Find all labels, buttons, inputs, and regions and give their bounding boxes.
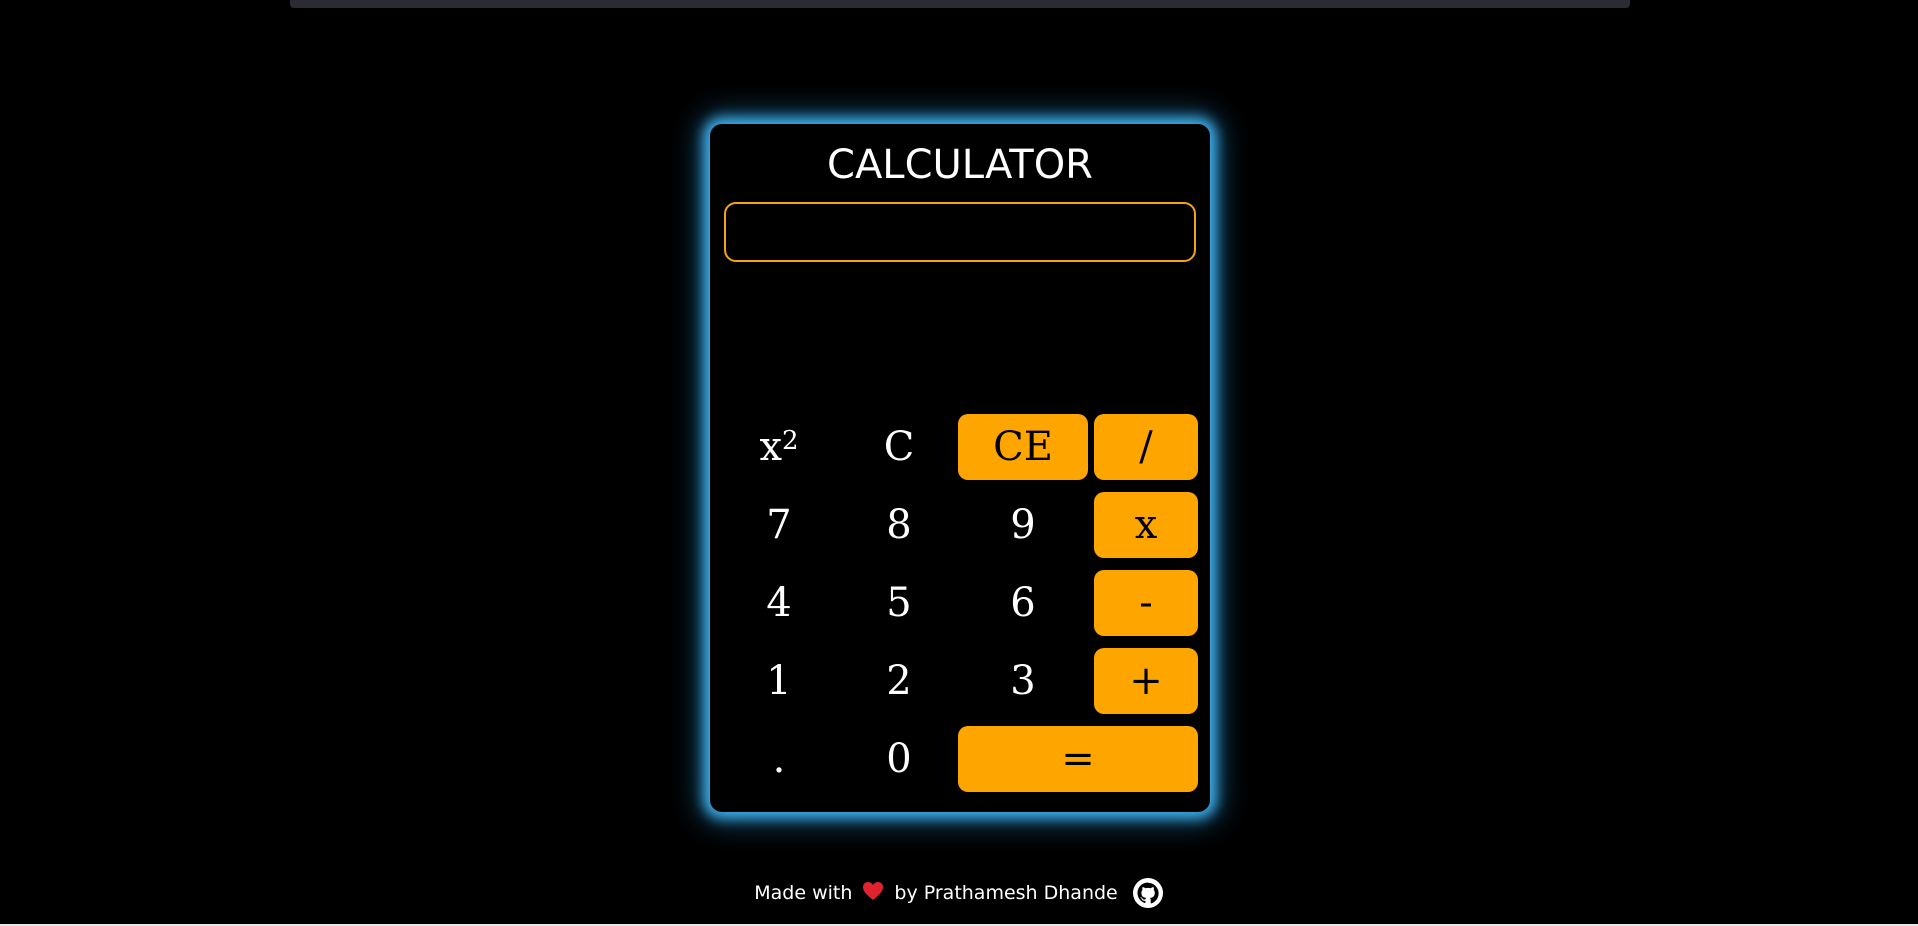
digit-2-button[interactable]: 2 <box>844 648 954 714</box>
footer: Made with by Prathamesh Dhande <box>0 876 1918 910</box>
footer-author: by Prathamesh Dhande <box>894 882 1118 904</box>
clear-entry-button[interactable]: CE <box>958 414 1088 480</box>
browser-top-bar <box>290 0 1630 8</box>
digit-8-button[interactable]: 8 <box>844 492 954 558</box>
square-exponent: 2 <box>782 426 799 456</box>
square-button[interactable]: x2 <box>724 414 834 480</box>
footer-made-with: Made with <box>754 882 853 904</box>
digit-0-button[interactable]: 0 <box>844 726 954 792</box>
digit-1-button[interactable]: 1 <box>724 648 834 714</box>
calculator-title: CALCULATOR <box>827 142 1093 188</box>
calculator-panel: CALCULATOR x2 C CE / 7 8 9 x 4 5 6 - 1 2… <box>710 124 1210 812</box>
digit-6-button[interactable]: 6 <box>958 570 1088 636</box>
divide-button[interactable]: / <box>1094 414 1198 480</box>
add-button[interactable]: + <box>1094 648 1198 714</box>
digit-9-button[interactable]: 9 <box>958 492 1088 558</box>
subtract-button[interactable]: - <box>1094 570 1198 636</box>
clear-button[interactable]: C <box>844 414 954 480</box>
calculator-display[interactable] <box>724 202 1196 262</box>
equals-button[interactable]: = <box>958 726 1198 792</box>
square-base: x <box>759 424 782 470</box>
digit-7-button[interactable]: 7 <box>724 492 834 558</box>
digit-5-button[interactable]: 5 <box>844 570 954 636</box>
multiply-button[interactable]: x <box>1094 492 1198 558</box>
heart-icon <box>862 881 884 906</box>
decimal-button[interactable]: . <box>724 726 834 792</box>
digit-3-button[interactable]: 3 <box>958 648 1088 714</box>
github-icon[interactable] <box>1132 877 1164 909</box>
digit-4-button[interactable]: 4 <box>724 570 834 636</box>
